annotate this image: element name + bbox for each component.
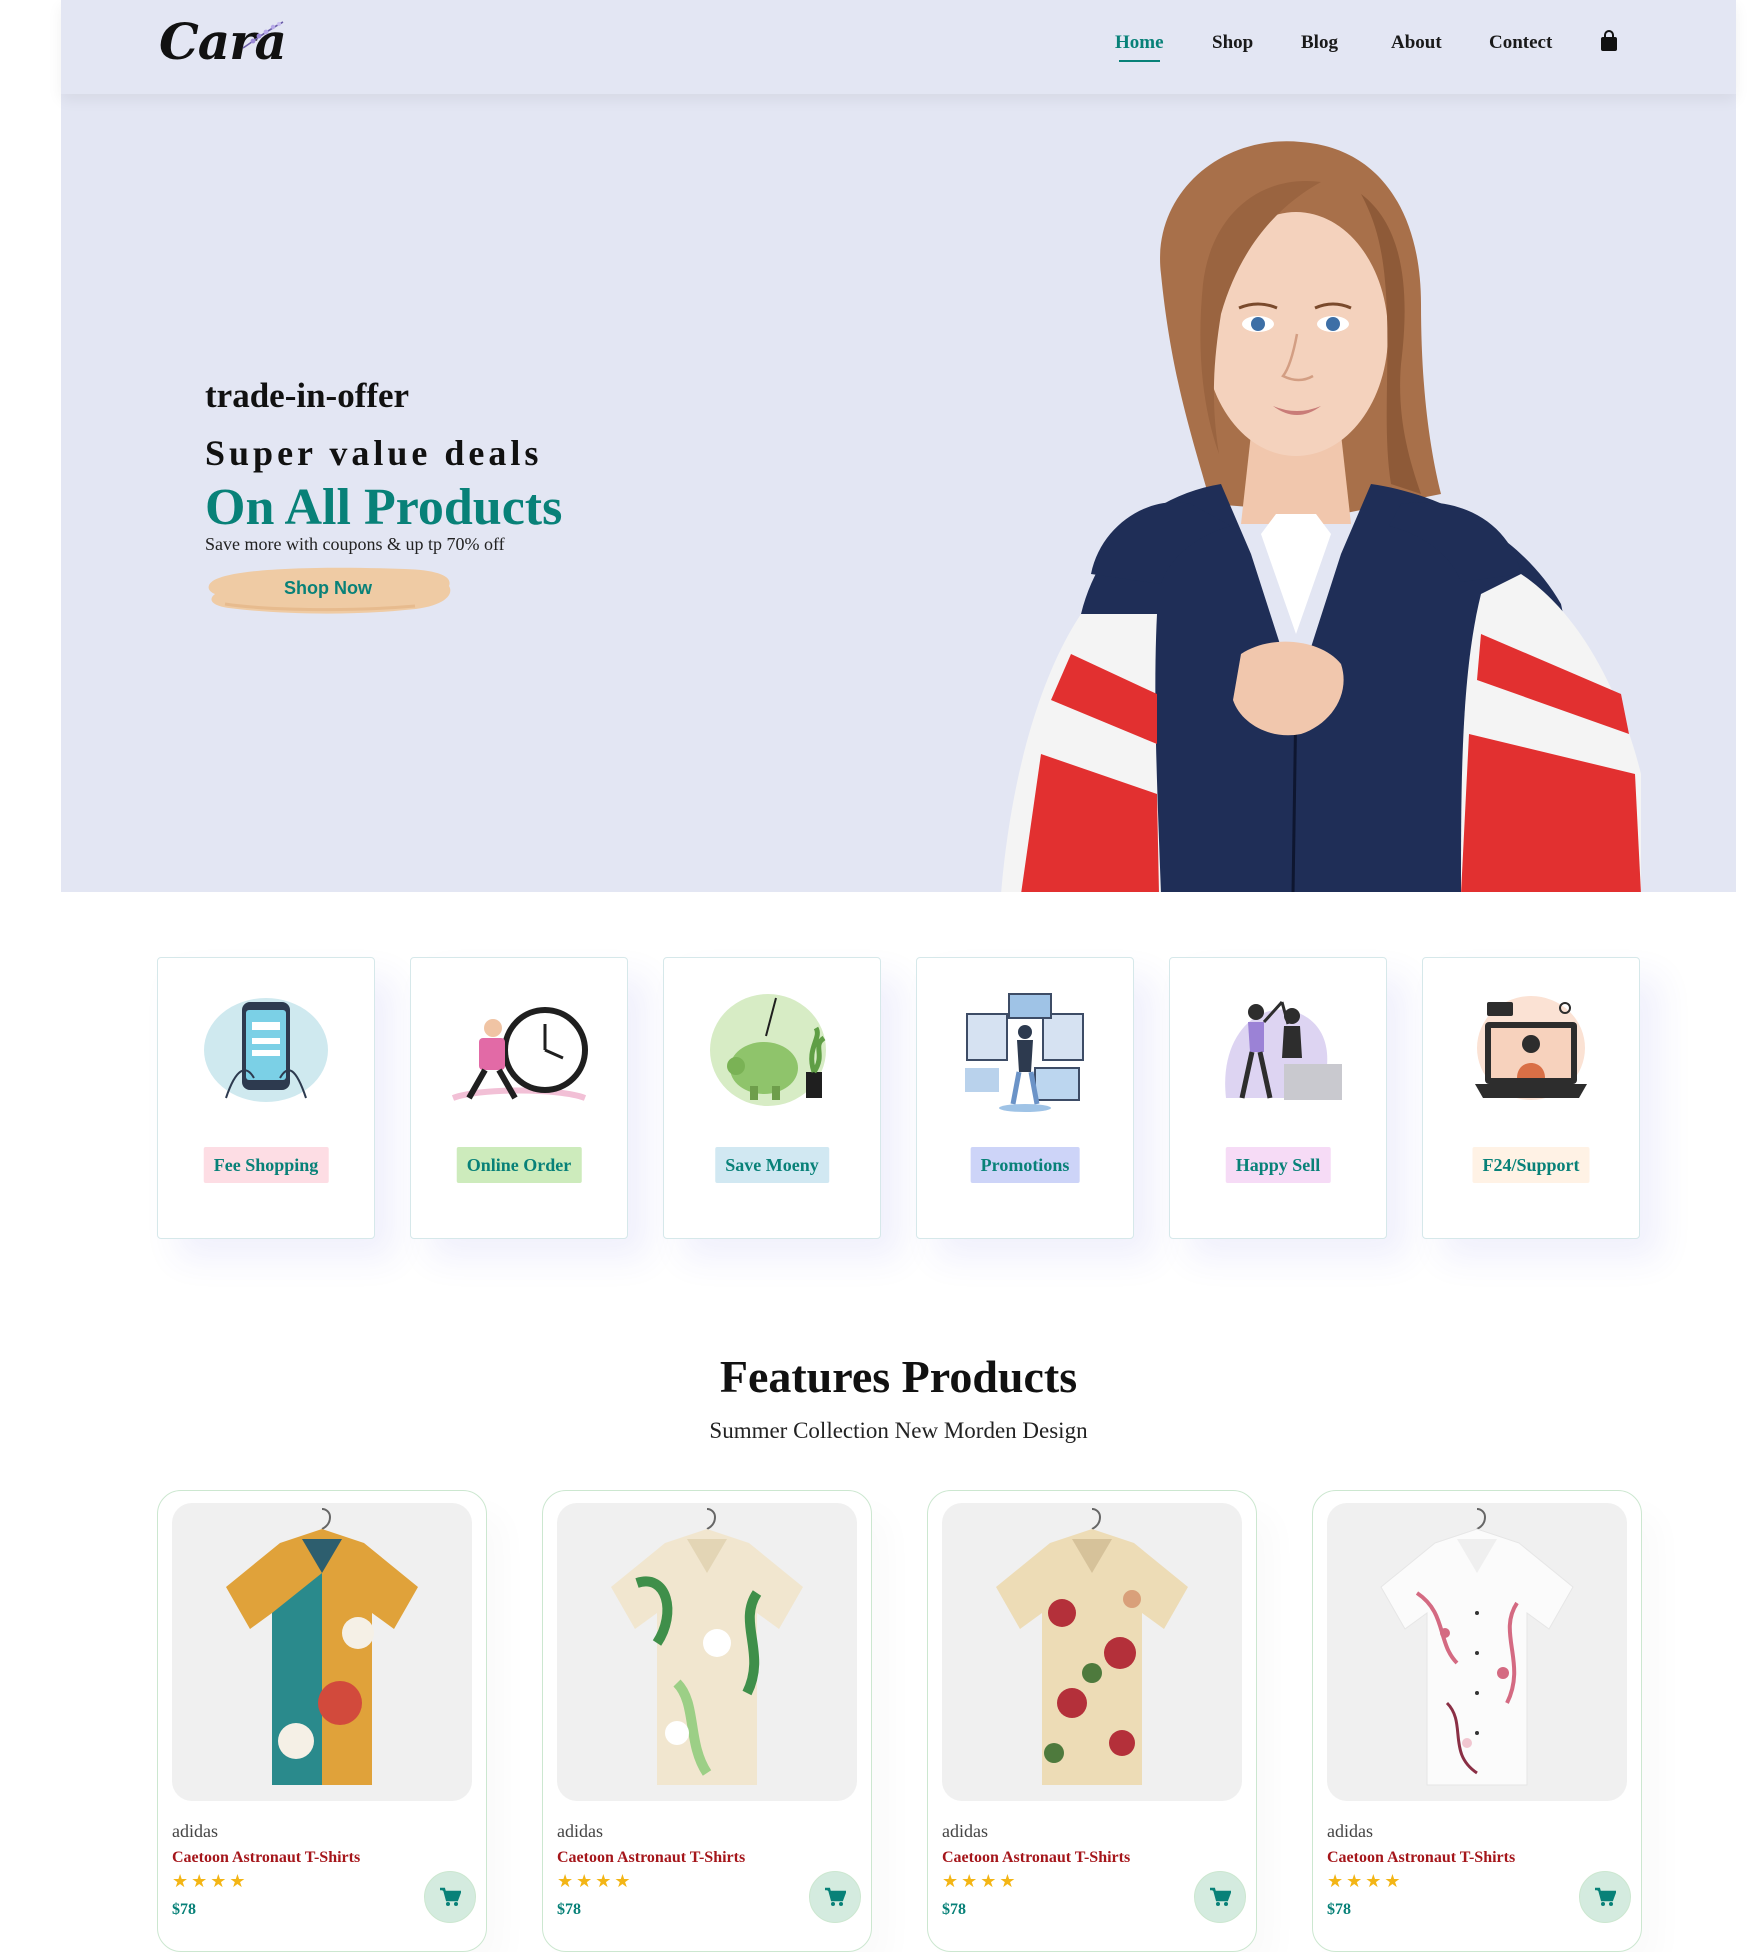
product-price: $78 [942, 1901, 966, 1918]
add-to-cart-button[interactable] [1194, 1871, 1246, 1923]
feature-card[interactable]: Happy Sell [1169, 957, 1387, 1239]
product-image [557, 1503, 857, 1801]
feature-label: Happy Sell [1225, 1147, 1331, 1183]
happy-sell-illustration [1225, 1000, 1342, 1100]
product-price: $78 [1327, 1901, 1351, 1918]
products-section-subtitle: Summer Collection New Morden Design [709, 1418, 1088, 1443]
shirt-image [226, 1508, 418, 1785]
product-price: $78 [172, 1901, 196, 1918]
feature-card[interactable]: Save Moeny [663, 957, 881, 1239]
star-rating: ★★★★ [1327, 1871, 1404, 1891]
shirt-image [611, 1508, 803, 1785]
hero-title: On All Products [205, 479, 563, 536]
laptop-support-illustration [1475, 996, 1587, 1100]
phone-shopping-illustration [204, 998, 328, 1102]
hero-eyebrow: trade-in-offer [205, 376, 410, 415]
promotions-illustration [965, 993, 1084, 1112]
product-card[interactable]: adidas Caetoon Astronaut T-Shirts ★★★★ $… [157, 1490, 487, 1952]
feature-card[interactable]: Fee Shopping [157, 957, 375, 1239]
star-rating: ★★★★ [557, 1871, 634, 1891]
product-image [172, 1503, 472, 1801]
cart-icon [825, 1887, 846, 1906]
product-brand: adidas [1327, 1821, 1373, 1841]
product-image [1327, 1503, 1627, 1801]
feature-label: F24/Support [1472, 1147, 1590, 1183]
product-name[interactable]: Caetoon Astronaut T-Shirts [942, 1849, 1130, 1867]
product-image [942, 1503, 1242, 1801]
nav-blog[interactable]: Blog [1301, 32, 1338, 54]
feature-card[interactable]: F24/Support [1422, 957, 1640, 1239]
nav-shop[interactable]: Shop [1212, 32, 1253, 54]
feature-label: Online Order [456, 1147, 582, 1183]
hero-model-image [1001, 141, 1641, 892]
nav-home[interactable]: Home [1115, 32, 1164, 62]
logo[interactable]: Cara [159, 14, 299, 70]
hero-text: Save more with coupons & up tp 70% off [205, 534, 505, 554]
shirt-image [1380, 1508, 1574, 1786]
shirt-image [996, 1508, 1188, 1785]
shop-now-label: Shop Now [284, 578, 372, 598]
lavender-sprig-icon [242, 21, 284, 49]
cart-icon [1210, 1887, 1231, 1906]
nav-contact[interactable]: Contect [1489, 32, 1552, 54]
product-card[interactable]: adidas Caetoon Astronaut T-Shirts ★★★★ $… [542, 1490, 872, 1952]
product-brand: adidas [172, 1821, 218, 1841]
product-card[interactable]: adidas Caetoon Astronaut T-Shirts ★★★★ $… [1312, 1490, 1642, 1952]
shopping-bag-icon[interactable] [1599, 30, 1619, 57]
product-card[interactable]: adidas Caetoon Astronaut T-Shirts ★★★★ $… [927, 1490, 1257, 1952]
feature-label: Promotions [970, 1147, 1080, 1183]
product-brand: adidas [557, 1821, 603, 1841]
features-section: Fee Shopping Online Order Save Moeny Pro… [157, 957, 1641, 1239]
cart-icon [1595, 1887, 1616, 1906]
product-name[interactable]: Caetoon Astronaut T-Shirts [557, 1849, 745, 1867]
feature-label: Fee Shopping [203, 1147, 329, 1183]
shop-now-button[interactable]: Shop Now [205, 560, 455, 618]
product-price: $78 [557, 1901, 581, 1918]
feature-card[interactable]: Online Order [410, 957, 628, 1239]
product-name[interactable]: Caetoon Astronaut T-Shirts [172, 1849, 360, 1867]
star-rating: ★★★★ [172, 1871, 249, 1891]
piggy-bank-illustration [710, 994, 826, 1106]
hero-subtitle: Super value deals [205, 433, 543, 473]
site-header: Cara Home Shop Blog About Contect [61, 0, 1736, 94]
star-rating: ★★★★ [942, 1871, 1019, 1891]
add-to-cart-button[interactable] [424, 1871, 476, 1923]
product-name[interactable]: Caetoon Astronaut T-Shirts [1327, 1849, 1515, 1867]
cart-icon [440, 1887, 461, 1906]
feature-card[interactable]: Promotions [916, 957, 1134, 1239]
hero-section: trade-in-offer Super value deals On All … [61, 94, 1736, 892]
add-to-cart-button[interactable] [1579, 1871, 1631, 1923]
products-section-title: Features Products [719, 1351, 1078, 1402]
product-brand: adidas [942, 1821, 988, 1841]
nav-about[interactable]: About [1391, 32, 1442, 54]
add-to-cart-button[interactable] [809, 1871, 861, 1923]
delivery-clock-illustration [451, 1007, 588, 1101]
feature-label: Save Moeny [715, 1147, 829, 1183]
page: Cara Home Shop Blog About Contect trade-… [61, 0, 1736, 1952]
